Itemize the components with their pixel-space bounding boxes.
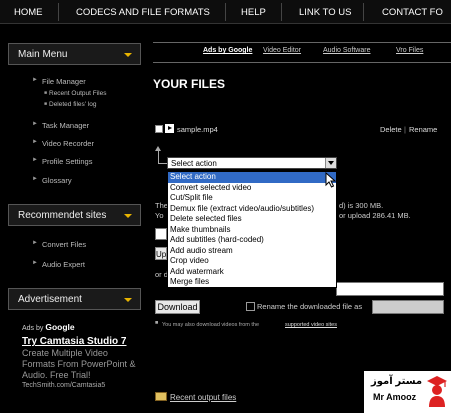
arrow-right-icon: ► (32, 77, 38, 83)
sidebar-item-label: Convert Files (42, 240, 87, 249)
action-select[interactable]: Select action (167, 157, 337, 169)
ad-description: Create Multiple Video Formats From Power… (22, 348, 136, 380)
delete-link[interactable]: Delete (380, 125, 402, 134)
option-subtitles[interactable]: Add subtitles (hard-coded) (168, 235, 336, 246)
bullet-icon: ■ (44, 101, 48, 107)
upload-button[interactable]: Up (155, 247, 167, 260)
chevron-down-icon (124, 214, 132, 218)
nav-divider (281, 3, 282, 21)
play-icon[interactable] (165, 124, 174, 133)
recent-output-files-link[interactable]: Recent output files (170, 393, 236, 402)
quota-text-1: The (155, 201, 168, 210)
option-cut-split[interactable]: Cut/Split file (168, 193, 336, 204)
google-logo: Google (45, 322, 75, 332)
ad-link-video-editor[interactable]: Video Editor (263, 47, 301, 54)
sidebar-item-label: Audio Expert (42, 260, 85, 269)
note-bullet: ■ (155, 320, 159, 326)
rename-input[interactable] (372, 300, 444, 314)
arrow-right-icon: ► (32, 157, 38, 163)
folder-icon (155, 392, 167, 401)
option-select-action[interactable]: Select action (168, 172, 336, 183)
divider (153, 62, 451, 63)
option-audio-stream[interactable]: Add audio stream (168, 246, 336, 257)
ad-url[interactable]: TechSmith.com/Camtasia5 (22, 382, 140, 389)
tree-connector (158, 150, 159, 164)
action-dropdown-list: Select action Convert selected video Cut… (167, 171, 337, 288)
page-title: YOUR FILES (153, 77, 226, 91)
arrow-right-icon: ► (32, 121, 38, 127)
or-download-text: or d (155, 270, 168, 279)
bullet-icon: ■ (44, 90, 48, 96)
supported-sites-link[interactable]: supported video sites (285, 322, 337, 328)
logo-persian-text: مستر آموز (371, 376, 423, 387)
nav-codecs[interactable]: CODECS AND FILE FORMATS (76, 7, 210, 18)
sidebar-item-label: Profile Settings (42, 157, 93, 166)
quota-text-2b: or upload 286.41 MB. (339, 211, 411, 220)
nav-divider (58, 3, 59, 21)
mr-amooz-logo: مستر آموز Mr Amooz (364, 371, 451, 413)
mouse-cursor-icon (325, 172, 337, 188)
ad-link-audio-software[interactable]: Audio Software (323, 47, 370, 54)
option-demux[interactable]: Demux file (extract video/audio/subtitle… (168, 204, 336, 215)
sidebar-item-label: Glossary (42, 176, 72, 185)
nav-divider (363, 3, 364, 21)
option-crop[interactable]: Crop video (168, 256, 336, 267)
logo-latin-text: Mr Amooz (373, 392, 417, 402)
option-delete[interactable]: Delete selected files (168, 214, 336, 225)
chevron-down-icon[interactable] (325, 158, 336, 168)
arrow-right-icon: ► (32, 240, 38, 246)
ad-links-bar: Ads by Google Video Editor Audio Softwar… (153, 40, 451, 62)
file-checkbox[interactable] (155, 125, 163, 133)
sidebar-item-label: Recent Output Files (49, 90, 107, 97)
file-name-link[interactable]: sample.mp4 (177, 125, 218, 134)
google-ad: Ads by Google Try Camtasia Studio 7 Crea… (22, 322, 140, 389)
quota-text-1b: d) is 300 MB. (339, 201, 384, 210)
supported-sites-note: You may also download videos from the (162, 322, 260, 328)
top-navigation: HOME CODECS AND FILE FORMATS HELP LINK T… (0, 0, 451, 24)
arrow-up-icon (155, 146, 161, 151)
advertisement-header[interactable]: Advertisement (8, 288, 141, 310)
nav-contact[interactable]: CONTACT FO (382, 7, 443, 18)
graduation-cap-icon (427, 376, 447, 407)
action-select-value: Select action (171, 159, 217, 168)
ads-by-google-label: Ads by Google (22, 322, 140, 332)
quota-text-2: Yo (155, 211, 164, 220)
sidebar-item-label: Video Recorder (42, 139, 94, 148)
ads-by-text: Ads by (22, 325, 44, 332)
rename-checkbox[interactable] (246, 302, 255, 311)
file-input[interactable] (155, 228, 167, 240)
option-watermark[interactable]: Add watermark (168, 267, 336, 278)
link-separator: | (404, 125, 406, 134)
arrow-right-icon: ► (32, 139, 38, 145)
nav-home[interactable]: HOME (14, 7, 43, 18)
arrow-right-icon: ► (32, 260, 38, 266)
sidebar-item-label: File Manager (42, 77, 86, 86)
recommended-sites-header[interactable]: Recommendet sites (8, 204, 141, 226)
sidebar-item-label: Deleted files' log (49, 101, 97, 108)
nav-divider (225, 3, 226, 21)
chevron-down-icon (124, 53, 132, 57)
rename-label: Rename the downloaded file as (257, 302, 363, 311)
main-menu-title: Main Menu (18, 49, 68, 60)
main-menu-header[interactable]: Main Menu (8, 43, 141, 65)
url-input[interactable] (336, 282, 444, 296)
rename-link[interactable]: Rename (409, 125, 437, 134)
tree-connector (158, 163, 167, 164)
arrow-right-icon: ► (32, 176, 38, 182)
option-thumbnails[interactable]: Make thumbnails (168, 225, 336, 236)
recommended-sites-title: Recommendet sites (18, 210, 107, 221)
ad-link-vro-files[interactable]: Vro Files (396, 47, 423, 54)
nav-link-to-us[interactable]: LINK TO US (299, 7, 351, 18)
ad-title-link[interactable]: Try Camtasia Studio 7 (22, 336, 140, 347)
option-merge[interactable]: Merge files (168, 277, 336, 288)
advertisement-title: Advertisement (18, 294, 82, 305)
chevron-down-icon (124, 298, 132, 302)
sidebar-item-label: Task Manager (42, 121, 90, 130)
nav-help[interactable]: HELP (241, 7, 266, 18)
ads-by-google-link[interactable]: Ads by Google (203, 47, 252, 54)
download-button[interactable]: Download (155, 300, 200, 314)
option-convert[interactable]: Convert selected video (168, 183, 336, 194)
